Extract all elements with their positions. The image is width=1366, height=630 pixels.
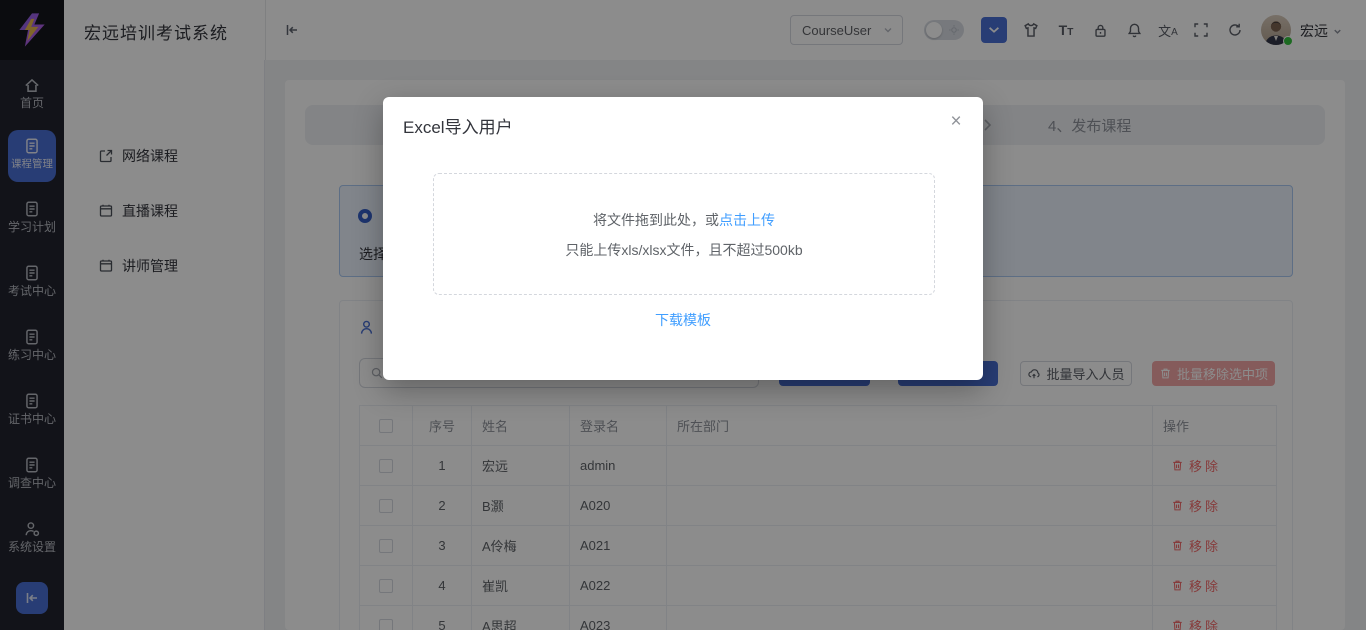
modal-close-button[interactable]: × [945, 111, 967, 133]
download-template-link[interactable]: 下载模板 [655, 312, 711, 328]
drop-zone-line1: 将文件拖到此处，或点击上传 [434, 210, 934, 230]
drop-zone-hint: 只能上传xls/xlsx文件，且不超过500kb [434, 240, 934, 260]
file-drop-zone[interactable]: 将文件拖到此处，或点击上传 只能上传xls/xlsx文件，且不超过500kb [433, 173, 935, 295]
excel-import-modal: Excel导入用户 × 将文件拖到此处，或点击上传 只能上传xls/xlsx文件… [383, 97, 983, 380]
click-upload-link[interactable]: 点击上传 [719, 212, 775, 228]
drop-text: 将文件拖到此处，或 [593, 212, 719, 228]
modal-title: Excel导入用户 [403, 113, 513, 138]
download-template-row: 下载模板 [383, 310, 983, 330]
